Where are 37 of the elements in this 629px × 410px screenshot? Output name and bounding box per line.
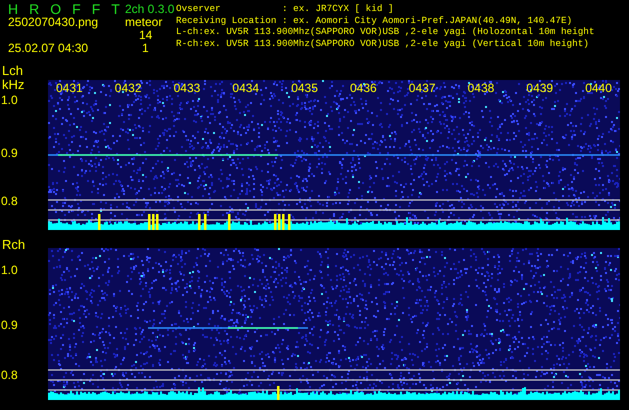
version-label: 2ch 0.3.0 bbox=[125, 3, 175, 16]
app-title-letter: T bbox=[111, 3, 120, 16]
meteor-count: 1 bbox=[141, 42, 150, 55]
frequency-label: 0.9 bbox=[1, 319, 18, 331]
time-label: 0432 bbox=[114, 82, 142, 94]
frequency-label: 0.8 bbox=[1, 369, 18, 381]
app-title-letter: F bbox=[92, 3, 100, 16]
time-label: 0435 bbox=[291, 82, 318, 94]
time-label: 0436 bbox=[350, 82, 377, 94]
frequency-label: 1.0 bbox=[1, 94, 18, 106]
frequency-label: 0.8 bbox=[1, 195, 18, 207]
time-label: 0437 bbox=[408, 82, 436, 94]
info-value: : ex. Aomori City Aomori-Pref.JAPAN(40.49N, 140.47E) bbox=[282, 14, 572, 26]
time-label: 0440 bbox=[585, 82, 612, 94]
channel-info: L-ch:ex. UV5R 113.900Mhz(SAPPORO VOR)USB ,2-ele yagi (Holozontal 10m height bbox=[176, 26, 594, 38]
channel-info: R-ch:ex. UV5R 113.900Mhz(SAPPORO VOR)USB ,2-ele yagi (Vertical 10m height) bbox=[176, 38, 590, 49]
meteor-count: 14 bbox=[138, 29, 154, 42]
info-label: Ovserver bbox=[176, 3, 222, 14]
time-label: 0438 bbox=[468, 82, 494, 94]
info-value: : ex. JR7CYX [ kid ] bbox=[282, 3, 394, 14]
meteor-label: meteor bbox=[125, 16, 164, 29]
frequency-label: 0.9 bbox=[1, 147, 18, 159]
info-label: Receiving Location bbox=[176, 14, 278, 26]
app-title-letter: O bbox=[50, 3, 62, 16]
app-title-letter: F bbox=[72, 3, 81, 16]
app-title-letter: H bbox=[8, 3, 18, 16]
channel-label: Lch bbox=[2, 64, 23, 77]
channel-label: Rch bbox=[2, 238, 26, 251]
app-title-letter: R bbox=[29, 3, 40, 16]
time-label: 0433 bbox=[174, 82, 200, 94]
unit-label: kHz bbox=[2, 78, 24, 91]
datetime: 25.02.07 04:30 bbox=[8, 42, 90, 55]
frequency-label: 1.0 bbox=[1, 264, 18, 276]
time-label: 0431 bbox=[56, 82, 83, 94]
time-label: 0439 bbox=[526, 82, 554, 94]
time-label: 0434 bbox=[232, 82, 260, 94]
filename: 2502070430.png bbox=[8, 16, 100, 29]
